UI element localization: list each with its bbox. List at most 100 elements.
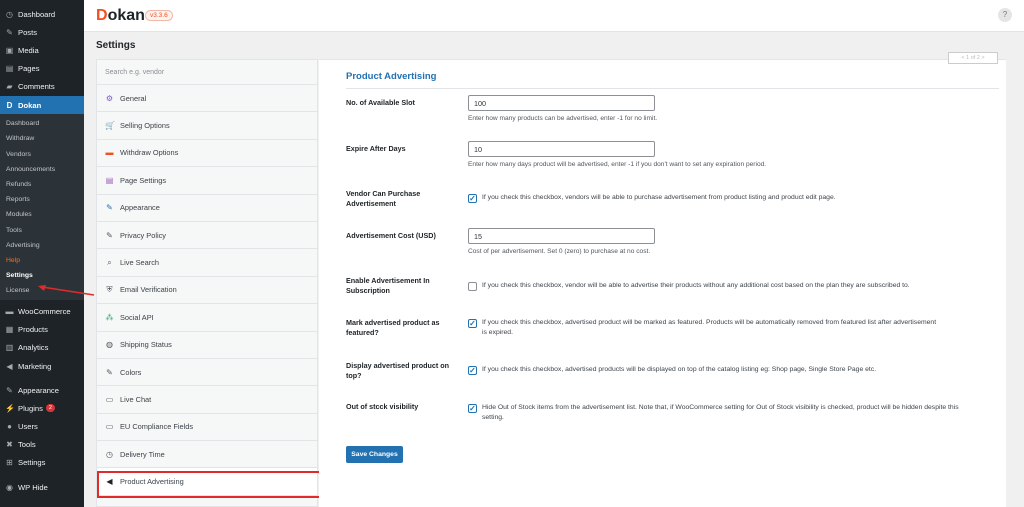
settings-content: Product Advertising No. of Available Slo… xyxy=(319,59,1006,507)
menu-label: Products xyxy=(18,325,48,335)
chat-icon: ▭ xyxy=(105,394,114,404)
menu-label: Plugins xyxy=(18,403,43,413)
settings-nav-label: Live Search xyxy=(120,258,160,268)
menu-label: WP Hide xyxy=(18,482,48,492)
submenu-withdraw[interactable]: Withdraw xyxy=(0,131,84,146)
plugins-icon: ⚡ xyxy=(5,403,15,413)
settings-nav-withdraw-options[interactable]: ▬ Withdraw Options xyxy=(97,140,317,168)
users-icon: ● xyxy=(7,422,12,432)
gear-icon: ⚙ xyxy=(105,93,114,103)
menu-label: Appearance xyxy=(18,385,59,395)
featured-checkbox[interactable]: ✓ xyxy=(468,319,477,328)
menu-item-tools[interactable]: ✖ Tools xyxy=(0,436,84,454)
cost-desc: Cost of per advertisement. Set 0 (zero) … xyxy=(468,248,651,255)
menu-item-analytics[interactable]: ▥ Analytics xyxy=(0,339,84,357)
admin-sidebar: ◷ Dashboard ✎ Posts ▣ Media ▤ Pages ▰ Comments D Do… xyxy=(0,0,84,507)
cost-input[interactable]: 15 xyxy=(468,228,655,244)
expire-input[interactable]: 10 xyxy=(468,141,655,157)
vendor-purchase-row: ✓ If you check this checkbox, vendors wi… xyxy=(468,193,998,203)
stock-checkbox[interactable]: ✓ xyxy=(468,404,477,413)
slot-input[interactable]: 100 xyxy=(468,95,655,111)
submenu-announcements[interactable]: Announcements xyxy=(0,162,84,177)
submenu-advertising[interactable]: Advertising xyxy=(0,238,84,253)
products-icon: ▦ xyxy=(5,325,14,335)
settings-nav-live-search[interactable]: ⌕ Live Search xyxy=(97,249,317,277)
settings-nav-privacy-policy[interactable]: ✎ Privacy Policy xyxy=(97,222,317,250)
vendor-purchase-checkbox[interactable]: ✓ xyxy=(468,194,477,203)
menu-item-wp-hide[interactable]: ◉ WP Hide xyxy=(0,478,84,496)
menu-item-media[interactable]: ▣ Media xyxy=(0,41,84,59)
settings-nav-label: EU Compliance Fields xyxy=(120,422,194,432)
menu-item-marketing[interactable]: ◀ Marketing xyxy=(0,357,84,375)
settings-nav-live-chat[interactable]: ▭ Live Chat xyxy=(97,386,317,414)
menu-item-products[interactable]: ▦ Products xyxy=(0,321,84,339)
vendor-purchase-label: Vendor Can Purchase Advertisement xyxy=(346,189,421,208)
settings-nav-label: Live Chat xyxy=(120,394,152,404)
settings-nav-selling-options[interactable]: 🛒 Selling Options xyxy=(97,112,317,140)
top-label: Display advertised product on top? xyxy=(346,361,450,380)
menu-item-comments[interactable]: ▰ Comments xyxy=(0,78,84,96)
menu-item-dashboard[interactable]: ◷ Dashboard xyxy=(0,5,84,23)
settings-nav-label: Privacy Policy xyxy=(120,230,166,240)
settings-nav-eu-compliance-fields[interactable]: ▭ EU Compliance Fields xyxy=(97,414,317,442)
menu-label: Tools xyxy=(18,440,36,450)
featured-text: If you check this checkbox, advertised p… xyxy=(482,319,937,336)
stock-text: Hide Out of Stock items from the adverti… xyxy=(482,404,959,421)
menu-item-users[interactable]: ● Users xyxy=(0,418,84,436)
settings-nav-social-api[interactable]: ⁂ Social API xyxy=(97,304,317,332)
slot-desc: Enter how many products can be advertise… xyxy=(468,115,658,122)
pager[interactable]: < 1 of 2 > xyxy=(948,52,998,64)
submenu-refunds[interactable]: Refunds xyxy=(0,177,84,192)
menu-item-dokan[interactable]: D Dokan xyxy=(0,95,84,115)
submenu-help[interactable]: Help xyxy=(0,253,84,268)
submenu-modules[interactable]: Modules xyxy=(0,207,84,222)
update-count-badge: 2 xyxy=(45,404,55,413)
dokan-logo: Dokan xyxy=(96,7,145,24)
menu-item-settings[interactable]: ⊞ Settings xyxy=(0,454,84,472)
cost-label: Advertisement Cost (USD) xyxy=(346,231,436,240)
submenu-reports[interactable]: Reports xyxy=(0,192,84,207)
menu-item-appearance[interactable]: ✎ Appearance xyxy=(0,381,84,399)
expire-desc: Enter how many days product will be adve… xyxy=(468,161,767,168)
menu-item-plugins[interactable]: ⚡ Plugins 2 xyxy=(0,399,84,417)
menu-label: Media xyxy=(18,45,39,55)
stock-row: ✓ Hide Out of Stock items from the adver… xyxy=(468,403,968,423)
menu-item-pages[interactable]: ▤ Pages xyxy=(0,60,84,78)
settings-nav-colors[interactable]: ✎ Colors xyxy=(97,359,317,387)
subscription-label: Enable Advertisement In Subscription xyxy=(346,276,430,295)
scrollbar[interactable] xyxy=(1006,59,1024,507)
submenu-vendors[interactable]: Vendors xyxy=(0,147,84,162)
top-row: ✓ If you check this checkbox, advertised… xyxy=(468,365,998,375)
red-arrow-annotation xyxy=(38,285,95,296)
submenu-dashboard[interactable]: Dashboard xyxy=(0,116,84,131)
submenu-settings[interactable]: Settings xyxy=(0,268,84,283)
settings-nav-label: Delivery Time xyxy=(120,449,165,459)
menu-label: Settings xyxy=(18,458,46,468)
menu-item-posts[interactable]: ✎ Posts xyxy=(0,23,84,41)
settings-nav-email-verification[interactable]: ⛨ Email Verification xyxy=(97,277,317,305)
wrench-icon: ✎ xyxy=(106,230,113,240)
menu-label: Pages xyxy=(18,64,40,74)
help-icon[interactable]: ? xyxy=(998,8,1012,22)
appearance-icon: ✎ xyxy=(6,385,13,395)
clock-icon: ◷ xyxy=(106,449,113,459)
top-checkbox[interactable]: ✓ xyxy=(468,366,477,375)
highlight-box xyxy=(97,471,321,498)
settings-nav-label: Selling Options xyxy=(120,121,170,131)
settings-search-input[interactable]: Search e.g. vendor xyxy=(97,60,317,85)
settings-nav-shipping-status[interactable]: ◍ Shipping Status xyxy=(97,332,317,359)
settings-nav-appearance[interactable]: ✎ Appearance xyxy=(97,195,317,222)
menu-label: Users xyxy=(18,422,38,432)
globe-icon: ◍ xyxy=(106,340,113,350)
tools-icon: ✖ xyxy=(6,440,13,450)
submenu-tools[interactable]: Tools xyxy=(0,222,84,237)
settings-nav-page-settings[interactable]: ▤ Page Settings xyxy=(97,167,317,195)
settings-nav-label: Email Verification xyxy=(120,285,177,295)
menu-label: Dokan xyxy=(18,100,42,110)
subscription-checkbox[interactable] xyxy=(468,282,477,291)
section-divider xyxy=(346,88,999,89)
save-changes-button[interactable]: Save Changes xyxy=(346,446,403,463)
menu-item-woocommerce[interactable]: ▬ WooCommerce xyxy=(0,302,84,320)
settings-nav-general[interactable]: ⚙ General xyxy=(97,85,317,113)
settings-nav-delivery-time[interactable]: ◷ Delivery Time xyxy=(97,441,317,469)
